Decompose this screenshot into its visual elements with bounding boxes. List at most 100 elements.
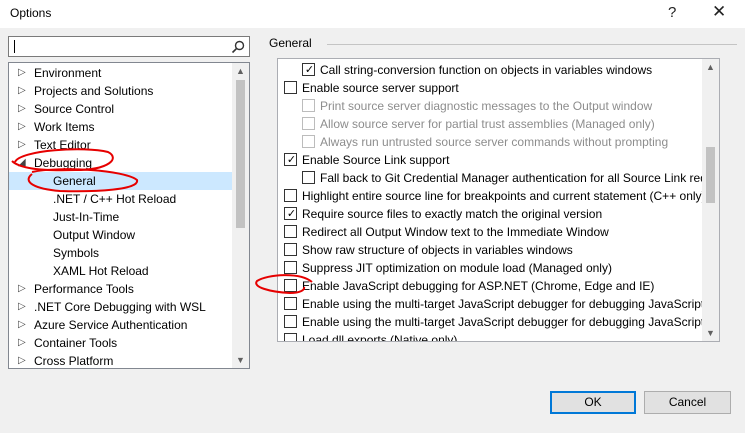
tree-item-label: .NET / C++ Hot Reload <box>53 192 177 206</box>
option-label: Suppress JIT optimization on module load… <box>302 261 612 275</box>
window-title: Options <box>10 6 52 20</box>
tree-item-label: Performance Tools <box>34 282 134 296</box>
tree-item-label: Source Control <box>34 102 115 116</box>
text-cursor <box>14 40 15 53</box>
option-checkbox[interactable] <box>284 81 297 94</box>
option-checkbox[interactable] <box>284 243 297 256</box>
title-bar: Options ? ✕ <box>0 0 745 28</box>
option-label: Require source files to exactly match th… <box>302 207 603 221</box>
option-label: Enable JavaScript debugging for ASP.NET … <box>302 279 655 293</box>
cancel-button[interactable]: Cancel <box>644 391 731 414</box>
tree-item[interactable]: .NET / C++ Hot Reload <box>9 190 233 208</box>
option-checkbox[interactable] <box>302 135 315 148</box>
tree-item-label: Work Items <box>34 120 95 134</box>
tree-item[interactable]: XAML Hot Reload <box>9 262 233 280</box>
option-checkbox[interactable] <box>284 279 297 292</box>
expand-arrow-icon[interactable]: ▷ <box>18 64 26 82</box>
checkmark-icon: ✓ <box>304 64 315 76</box>
options-scrollbar[interactable]: ▲ ▼ <box>702 59 719 341</box>
help-button[interactable]: ? <box>668 4 676 21</box>
tree-item-label: Debugging <box>34 156 93 170</box>
option-checkbox[interactable] <box>302 171 315 184</box>
scroll-up-arrow-icon[interactable]: ▲ <box>702 59 719 75</box>
option-label: Fall back to Git Credential Manager auth… <box>320 171 714 185</box>
tree-item-label: General <box>53 174 96 188</box>
option-label: Enable using the multi-target JavaScript… <box>302 297 711 311</box>
expand-arrow-icon[interactable]: ▷ <box>18 316 26 334</box>
tree-item-label: Symbols <box>53 246 100 260</box>
tree-item[interactable]: ▷ Text Editor <box>9 136 233 154</box>
scroll-down-arrow-icon[interactable]: ▼ <box>702 325 719 341</box>
tree-item[interactable]: ▷ Performance Tools <box>9 280 233 298</box>
tree-item-label: Output Window <box>53 228 136 242</box>
option-checkbox[interactable]: ✓ <box>284 153 297 166</box>
collapse-arrow-icon[interactable]: ◢ <box>18 154 26 172</box>
option-checkbox[interactable] <box>284 315 297 328</box>
option-checkbox[interactable] <box>284 189 297 202</box>
tree-item[interactable]: ▷ Work Items <box>9 118 233 136</box>
option-checkbox[interactable] <box>284 297 297 310</box>
expand-arrow-icon[interactable]: ▷ <box>18 298 26 316</box>
tree-item-label: Projects and Solutions <box>34 84 154 98</box>
close-button[interactable]: ✕ <box>712 2 726 22</box>
option-label: Show raw structure of objects in variabl… <box>302 243 573 257</box>
scroll-down-arrow-icon[interactable]: ▼ <box>232 352 249 368</box>
option-label: Allow source server for partial trust as… <box>320 117 655 131</box>
option-label: Enable Source Link support <box>302 153 450 167</box>
tree-item-label: Environment <box>34 66 102 80</box>
tree-item[interactable]: ▷ Projects and Solutions <box>9 82 233 100</box>
tree-item[interactable]: Just-In-Time <box>9 208 233 226</box>
option-label: Enable using the multi-target JavaScript… <box>302 315 711 329</box>
tree-item-label: XAML Hot Reload <box>53 264 149 278</box>
option-label: Always run untrusted source server comma… <box>320 135 669 149</box>
tree-item[interactable]: General <box>9 172 233 190</box>
scroll-thumb[interactable] <box>706 147 715 203</box>
scroll-up-arrow-icon[interactable]: ▲ <box>232 63 249 79</box>
expand-arrow-icon[interactable]: ▷ <box>18 136 26 154</box>
option-checkbox[interactable] <box>284 333 297 341</box>
checkmark-icon: ✓ <box>286 154 297 166</box>
option-checkbox[interactable]: ✓ <box>284 207 297 220</box>
ok-button[interactable]: OK <box>550 391 636 414</box>
option-label: Print source server diagnostic messages … <box>320 99 653 113</box>
expand-arrow-icon[interactable]: ▷ <box>18 118 26 136</box>
option-label: Redirect all Output Window text to the I… <box>302 225 609 239</box>
option-checkbox[interactable] <box>284 225 297 238</box>
tree-scrollbar[interactable]: ▲ ▼ <box>232 63 249 368</box>
expand-arrow-icon[interactable]: ▷ <box>18 334 26 352</box>
option-label: Load dll exports (Native only) <box>302 333 458 342</box>
tree-item-label: Text Editor <box>34 138 91 152</box>
options-list[interactable]: Load dll exports (Native only) Enable usi… <box>277 58 720 342</box>
tree-item-label: Just-In-Time <box>53 210 120 224</box>
tree-item[interactable]: ◢ Debugging <box>9 154 233 172</box>
tree-item[interactable]: ▷ Container Tools <box>9 334 233 352</box>
tree-item-label: Container Tools <box>34 336 118 350</box>
search-icon[interactable] <box>231 40 245 54</box>
tree-item-label: .NET Core Debugging with WSL <box>34 300 206 314</box>
option-checkbox[interactable]: ✓ <box>302 63 315 76</box>
option-checkbox[interactable] <box>302 99 315 112</box>
expand-arrow-icon[interactable]: ▷ <box>18 280 26 298</box>
tree-item[interactable]: Output Window <box>9 226 233 244</box>
tree-item[interactable]: ▷ Azure Service Authentication <box>9 316 233 334</box>
option-label: Enable source server support <box>302 81 459 95</box>
tree-item[interactable]: ▷ .NET Core Debugging with WSL <box>9 298 233 316</box>
section-divider <box>327 44 737 45</box>
options-tree[interactable]: ▷ Cross Platform ▷ Container Tools ▷ Azure Se… <box>8 62 250 369</box>
expand-arrow-icon[interactable]: ▷ <box>18 100 26 118</box>
tree-item-label: Cross Platform <box>34 354 114 368</box>
scroll-thumb[interactable] <box>236 80 245 228</box>
checkmark-icon: ✓ <box>286 208 297 220</box>
search-input[interactable] <box>8 36 250 57</box>
expand-arrow-icon[interactable]: ▷ <box>18 82 26 100</box>
option-checkbox[interactable] <box>302 117 315 130</box>
tree-item-label: Azure Service Authentication <box>34 318 188 332</box>
tree-item[interactable]: ▷ Source Control <box>9 100 233 118</box>
tree-item[interactable]: Symbols <box>9 244 233 262</box>
tree-item[interactable]: ▷ Cross Platform <box>9 352 233 368</box>
tree-item[interactable]: ▷ Environment <box>9 64 233 82</box>
option-label: Call string-conversion function on objec… <box>320 63 653 77</box>
option-label: Highlight entire source line for breakpo… <box>302 189 706 203</box>
expand-arrow-icon[interactable]: ▷ <box>18 352 26 368</box>
option-checkbox[interactable] <box>284 261 297 274</box>
